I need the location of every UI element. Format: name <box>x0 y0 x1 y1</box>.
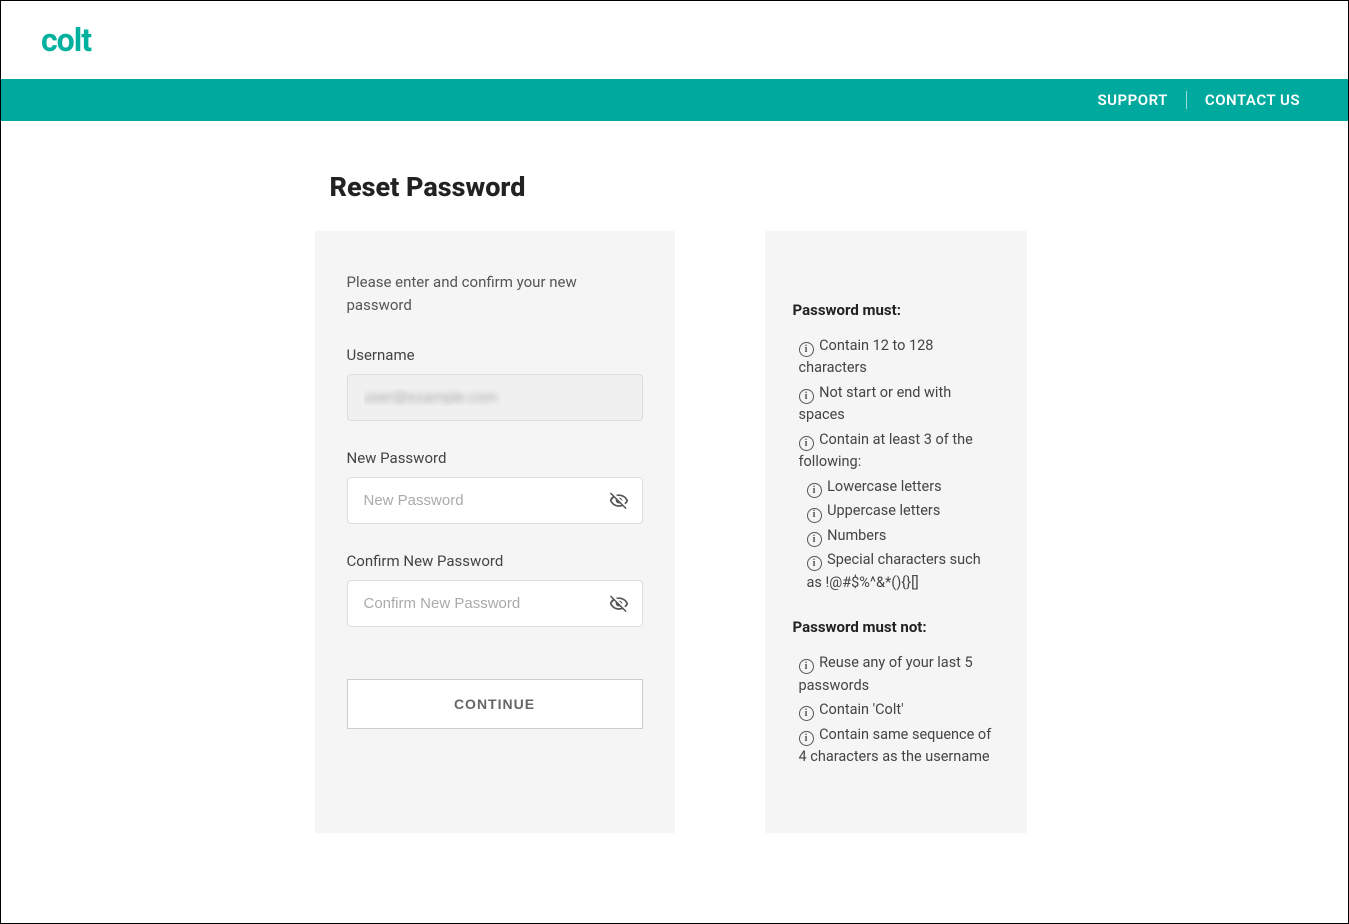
nav-bar: SUPPORT CONTACT US <box>1 79 1348 121</box>
rule-item: i Not start or end with spaces <box>793 382 999 427</box>
info-icon: i <box>807 532 822 547</box>
username-label: Username <box>347 346 643 364</box>
rule-text: Contain same sequence of 4 characters as… <box>799 726 992 765</box>
rule-text: Contain 12 to 128 characters <box>799 337 934 376</box>
info-icon: i <box>807 556 822 571</box>
eye-off-icon[interactable] <box>607 489 631 513</box>
rule-item: i Reuse any of your last 5 passwords <box>793 652 999 697</box>
confirm-password-input[interactable] <box>347 580 643 627</box>
content-area: Reset Password Please enter and confirm … <box>1 121 1348 833</box>
confirm-password-field-group: Confirm New Password <box>347 552 643 627</box>
rule-text: Lowercase letters <box>827 478 941 495</box>
info-icon: i <box>799 389 814 404</box>
rules-must-list: i Contain 12 to 128 characters i Not sta… <box>793 335 999 594</box>
rule-sub-item: i Numbers <box>793 525 999 547</box>
password-rules-card: Password must: i Contain 12 to 128 chara… <box>765 231 1027 833</box>
rules-must-not-list: i Reuse any of your last 5 passwords i C… <box>793 652 999 768</box>
rule-sub-item: i Special characters such as !@#$%^&*(){… <box>793 549 999 594</box>
info-icon: i <box>799 706 814 721</box>
rule-text: Numbers <box>827 527 886 544</box>
rule-item: i Contain 'Colt' <box>793 699 999 721</box>
new-password-input[interactable] <box>347 477 643 524</box>
eye-off-icon[interactable] <box>607 592 631 616</box>
page-title: Reset Password <box>330 171 1035 203</box>
new-password-field-group: New Password <box>347 449 643 524</box>
rule-text: Reuse any of your last 5 passwords <box>799 654 973 693</box>
rule-sub-item: i Lowercase letters <box>793 476 999 498</box>
rule-text: Contain at least 3 of the following: <box>799 431 973 470</box>
info-icon: i <box>807 483 822 498</box>
info-icon: i <box>799 731 814 746</box>
rule-item: i Contain same sequence of 4 characters … <box>793 724 999 769</box>
rule-text: Uppercase letters <box>827 502 940 519</box>
info-icon: i <box>799 659 814 674</box>
info-icon: i <box>799 436 814 451</box>
info-icon: i <box>799 342 814 357</box>
form-instruction: Please enter and confirm your new passwo… <box>347 271 643 316</box>
rule-item: i Contain at least 3 of the following: <box>793 429 999 474</box>
rule-item: i Contain 12 to 128 characters <box>793 335 999 380</box>
reset-form-card: Please enter and confirm your new passwo… <box>315 231 675 833</box>
rule-text: Contain 'Colt' <box>819 701 904 718</box>
rule-text: Not start or end with spaces <box>799 384 952 423</box>
confirm-password-label: Confirm New Password <box>347 552 643 570</box>
brand-logo: colt <box>41 21 1308 59</box>
rule-sub-item: i Uppercase letters <box>793 500 999 522</box>
info-icon: i <box>807 508 822 523</box>
username-input <box>347 374 643 421</box>
new-password-label: New Password <box>347 449 643 467</box>
rules-must-not-heading: Password must not: <box>793 618 999 636</box>
rule-text: Special characters such as !@#$%^&*(){}[… <box>807 551 981 590</box>
continue-button[interactable]: CONTINUE <box>347 679 643 729</box>
nav-contact-us-link[interactable]: CONTACT US <box>1187 91 1318 109</box>
header-top: colt <box>1 1 1348 79</box>
username-field-group: Username <box>347 346 643 421</box>
nav-support-link[interactable]: SUPPORT <box>1080 91 1186 109</box>
rules-must-heading: Password must: <box>793 301 999 319</box>
